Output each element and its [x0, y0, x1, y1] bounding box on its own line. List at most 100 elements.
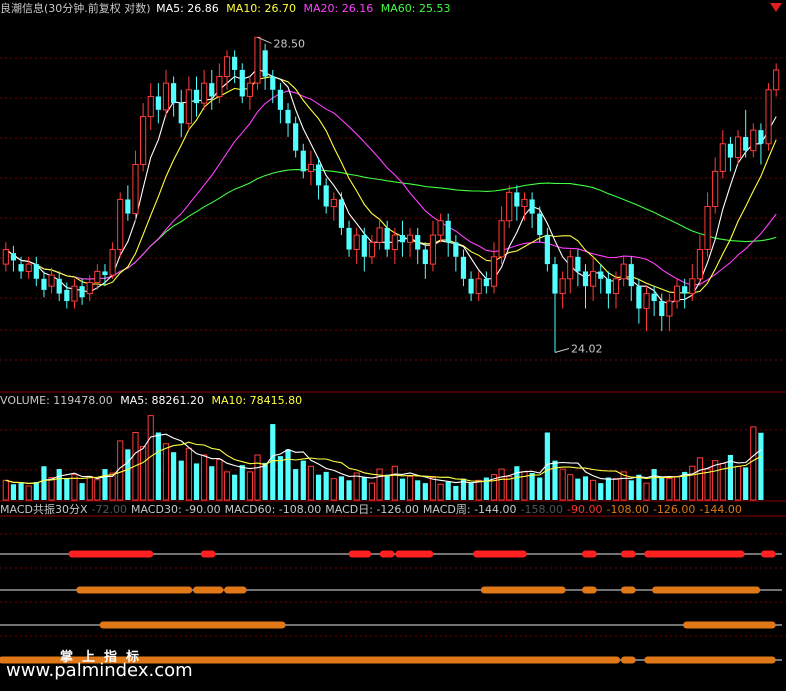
candle-body-up [734, 136, 742, 159]
volume-bar-up [140, 446, 147, 501]
volume-bar-down [514, 466, 520, 500]
volume-bar-down [758, 432, 764, 500]
candle [399, 220, 406, 257]
volume-bar-up [201, 454, 208, 501]
candle-body-up [567, 256, 574, 280]
candle-body-up [696, 249, 704, 280]
candle-body-down [155, 96, 161, 110]
candle-body-up [223, 56, 231, 78]
candle-body-down [415, 235, 421, 250]
candle-body-up [620, 263, 627, 280]
candle [162, 69, 170, 117]
candle-body-up [719, 143, 726, 172]
candle [506, 185, 513, 228]
volume-bar-up [475, 479, 482, 501]
candle-body-down [171, 83, 177, 104]
macd-legend-item: -158.00 [520, 503, 564, 516]
volume-bar-down [743, 467, 749, 500]
volume-bar-down [56, 469, 62, 500]
candle-body-down [178, 103, 184, 124]
candle [277, 83, 283, 124]
candle-body-up [391, 234, 398, 251]
volume-bar-down [628, 480, 634, 500]
candle [552, 256, 558, 353]
candle-body-up [185, 89, 192, 124]
volume-bar-down [285, 449, 291, 500]
low-label: 24.02 [571, 342, 603, 355]
candle [445, 213, 451, 257]
candle-body-up [765, 89, 772, 145]
candle-body-down [79, 286, 85, 298]
candle-body-up [71, 285, 78, 302]
candle [521, 192, 528, 221]
volume-bar-up [94, 479, 101, 501]
macd-legend-item: -90.00 [567, 503, 603, 516]
candle [307, 150, 315, 186]
candle [125, 185, 131, 221]
grid-lines [0, 57, 786, 637]
volume-bar-up [666, 478, 673, 501]
candle [773, 63, 780, 97]
candle [666, 293, 673, 332]
macd-legend-item: -126.00 [652, 503, 696, 516]
collapse-triangle-icon[interactable] [770, 3, 782, 12]
candle [696, 235, 704, 287]
volume-bar-down [605, 477, 611, 500]
candle [117, 192, 124, 257]
ma20-line [5, 90, 777, 286]
volume-bar-up [376, 468, 383, 501]
candle-body-down [102, 271, 108, 276]
volume-bar-down [323, 471, 329, 500]
candle-body-up [712, 170, 719, 208]
candle-body-down [41, 278, 47, 290]
candle-body-down [346, 227, 352, 250]
volume-bar-down [239, 465, 245, 500]
candle [437, 213, 444, 243]
candle [41, 271, 47, 298]
volume-bar-up [689, 465, 696, 501]
candle [254, 36, 261, 90]
candle [734, 130, 742, 165]
candle-body-down [232, 56, 238, 70]
volume-bar-up [223, 471, 231, 501]
candle-body-down [537, 213, 543, 236]
candle-body-down [605, 278, 611, 294]
volume-bar-down [171, 452, 177, 500]
volume-bar-down [315, 474, 322, 500]
candle-body-down [544, 235, 550, 265]
candle [361, 227, 367, 272]
candle-body-down [338, 199, 345, 228]
candle [223, 50, 231, 90]
candle-body-up [437, 220, 444, 236]
volume-bar-down [636, 474, 642, 500]
candle-body-down [18, 264, 24, 272]
candle [415, 227, 421, 265]
volume-bar-down [445, 482, 451, 500]
volume-bar-up [704, 468, 711, 501]
candle [529, 192, 535, 228]
candle-body-down [743, 136, 749, 151]
volume-bar-down [346, 480, 352, 500]
candle [453, 235, 459, 272]
candle [376, 220, 383, 250]
candle-body-up [86, 281, 93, 295]
volume-bar-up [368, 482, 376, 501]
volume-bar-up [353, 472, 360, 501]
candle [712, 157, 719, 214]
volume-bar-down [209, 466, 215, 500]
candle-body-up [140, 116, 147, 165]
candle [468, 271, 474, 302]
volume-bar-up [567, 474, 574, 501]
candle [293, 116, 299, 158]
candle [353, 227, 360, 265]
candle [147, 83, 154, 131]
candle [498, 206, 505, 265]
candle-body-up [773, 69, 780, 91]
candle-body-down [277, 89, 283, 110]
candle [628, 256, 634, 302]
candle-body-up [216, 76, 223, 97]
candle [704, 192, 711, 257]
candle [514, 185, 520, 221]
candle-body-up [307, 163, 315, 172]
candle [483, 271, 489, 294]
